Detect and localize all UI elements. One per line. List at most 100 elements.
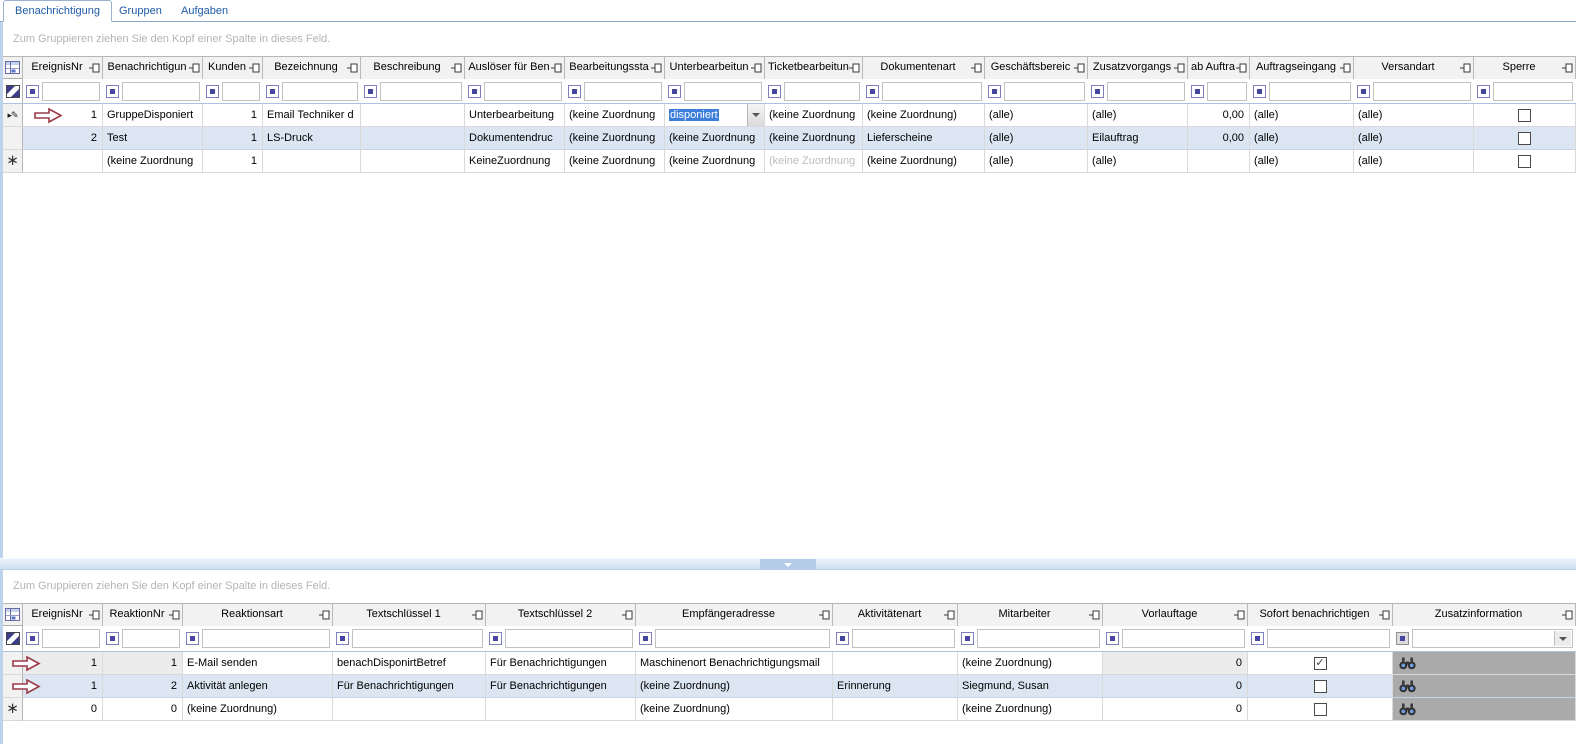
column-header-ereignisnr[interactable]: EreignisNr	[23, 604, 103, 626]
cell-bezeichnung[interactable]: Email Techniker d	[263, 104, 361, 127]
pin-icon[interactable]	[551, 63, 562, 73]
filter-button-icon[interactable]	[364, 84, 377, 98]
cell-versandart[interactable]: (alle)	[1354, 150, 1474, 173]
filter-input[interactable]	[122, 629, 180, 648]
cell-vorlauftage[interactable]: 0	[1103, 675, 1248, 698]
filter-input[interactable]	[505, 629, 633, 648]
binoculars-icon[interactable]	[1399, 657, 1416, 670]
filter-button-icon[interactable]	[266, 84, 279, 98]
cell-textschl-ssel-2[interactable]	[486, 698, 636, 721]
pin-icon[interactable]	[1379, 610, 1390, 620]
cell-aktivit-tenart[interactable]: Erinnerung	[833, 675, 958, 698]
pin-icon[interactable]	[751, 63, 762, 73]
pin-icon[interactable]	[1089, 610, 1100, 620]
pin-icon[interactable]	[319, 610, 330, 620]
tab-gruppen[interactable]: Gruppen	[108, 1, 173, 22]
cell-ereignisnr[interactable]: 1	[23, 652, 103, 675]
filter-button-icon[interactable]	[186, 632, 199, 645]
column-header-bearbeitungssta[interactable]: Bearbeitungssta	[565, 57, 665, 79]
filter-input[interactable]	[1004, 81, 1085, 101]
pin-icon[interactable]	[451, 63, 462, 73]
column-header-versandart[interactable]: Versandart	[1354, 57, 1474, 79]
filter-input[interactable]	[122, 81, 200, 101]
filter-button-icon[interactable]	[961, 632, 974, 645]
cell-ausl-ser-f-r-ben[interactable]: Dokumentendruc	[465, 127, 565, 150]
pin-icon[interactable]	[347, 63, 358, 73]
column-header-vorlauftage[interactable]: Vorlauftage	[1103, 604, 1248, 626]
cell-auftragseingang[interactable]: (alle)	[1250, 150, 1354, 173]
filter-button-icon[interactable]	[668, 84, 681, 98]
column-header-textschl-ssel-2[interactable]: Textschlüssel 2	[486, 604, 636, 626]
cell-zusatzvorgangs[interactable]: (alle)	[1088, 150, 1188, 173]
cell-kunden[interactable]: 1	[203, 127, 263, 150]
cell-ab-auftra[interactable]: 0,00	[1188, 104, 1250, 127]
cell-ticketbearbeitun[interactable]: (keine Zuordnung	[765, 104, 863, 127]
filter-input[interactable]	[1207, 81, 1247, 101]
combo-dropdown-button[interactable]	[747, 104, 764, 126]
cell-reaktionsart[interactable]: (keine Zuordnung)	[183, 698, 333, 721]
filter-input[interactable]	[42, 629, 100, 648]
cell-dokumentenart[interactable]: Lieferscheine	[863, 127, 985, 150]
column-header-ereignisnr[interactable]: EreignisNr	[23, 57, 103, 79]
table-row[interactable]: ∗ (keine Zuordnung 1 KeineZuordnung (keine Z…	[3, 150, 1576, 173]
cell-vorlauftage[interactable]: 0	[1103, 698, 1248, 721]
table-row[interactable]: ▸✎ 1 GruppeDisponiert 1 Email Techniker d Unt…	[3, 104, 1576, 127]
column-header-auftragseingang[interactable]: Auftragseingang	[1250, 57, 1354, 79]
cell-unterbearbeitun[interactable]: (keine Zuordnung	[665, 127, 765, 150]
cell-textschl-ssel-1[interactable]: benachDisponirtBetref	[333, 652, 486, 675]
column-header-textschl-ssel-1[interactable]: Textschlüssel 1	[333, 604, 486, 626]
checkbox-unchecked[interactable]	[1313, 679, 1327, 693]
cell-ausl-ser-f-r-ben[interactable]: Unterbearbeitung	[465, 104, 565, 127]
filter-button-icon[interactable]	[768, 84, 781, 98]
column-header-sperre[interactable]: Sperre	[1474, 57, 1576, 79]
checkbox-cell[interactable]	[1474, 104, 1576, 127]
cell-kunden[interactable]: 1	[203, 150, 263, 173]
filter-button-icon[interactable]	[1251, 632, 1264, 645]
filter-input[interactable]	[684, 81, 762, 101]
column-header-dokumentenart[interactable]: Dokumentenart	[863, 57, 985, 79]
filter-input[interactable]	[655, 629, 830, 648]
cell-beschreibung[interactable]	[361, 150, 465, 173]
cell-benachrichtigun[interactable]: GruppeDisponiert	[103, 104, 203, 127]
cell-ticketbearbeitun[interactable]: (keine Zuordnung	[765, 127, 863, 150]
binoculars-icon[interactable]	[1399, 680, 1416, 693]
table-row[interactable]: 1 1 E-Mail senden benachDisponirtBetref Für …	[3, 652, 1576, 675]
filter-input[interactable]	[1122, 629, 1245, 648]
filter-button-icon[interactable]	[1477, 84, 1490, 98]
table-row[interactable]: ∗ 0 0 (keine Zuordnung) (keine Zuordnung) (ke…	[3, 698, 1576, 721]
filter-button-icon[interactable]	[26, 84, 39, 98]
column-header-empf-ngeradresse[interactable]: Empfängeradresse	[636, 604, 833, 626]
pin-icon[interactable]	[1562, 610, 1573, 620]
zusatzinformation-lookup-cell[interactable]	[1393, 698, 1576, 721]
filter-input[interactable]	[352, 629, 483, 648]
filter-button-icon[interactable]	[106, 632, 119, 645]
filter-button-icon[interactable]	[106, 84, 119, 98]
filter-button-icon[interactable]	[206, 84, 219, 98]
filter-input[interactable]	[977, 629, 1100, 648]
cell-bezeichnung[interactable]	[263, 150, 361, 173]
column-header-gesch-ftsbereic[interactable]: Geschäftsbereic	[985, 57, 1088, 79]
cell-reaktionnr[interactable]: 1	[103, 652, 183, 675]
filter-input[interactable]	[42, 81, 100, 101]
cell-aktivit-tenart[interactable]	[833, 698, 958, 721]
cell-bearbeitungssta[interactable]: (keine Zuordnung	[565, 104, 665, 127]
filter-input[interactable]	[484, 81, 562, 101]
column-header-zusatzvorgangs[interactable]: Zusatzvorgangs	[1088, 57, 1188, 79]
filter-button-icon[interactable]	[1396, 632, 1409, 645]
column-header-bezeichnung[interactable]: Bezeichnung	[263, 57, 361, 79]
column-header-unterbearbeitun[interactable]: Unterbearbeitun	[665, 57, 765, 79]
filter-button-icon[interactable]	[336, 632, 349, 645]
cell-gesch-ftsbereic[interactable]: (alle)	[985, 104, 1088, 127]
cell-reaktionnr[interactable]: 0	[103, 698, 183, 721]
cell-dokumentenart[interactable]: (keine Zuordnung)	[863, 104, 985, 127]
column-header-ab-auftra[interactable]: ab Auftra	[1188, 57, 1250, 79]
cell-ticketbearbeitun[interactable]: (keine Zuordnung	[765, 150, 863, 173]
cell-ausl-ser-f-r-ben[interactable]: KeineZuordnung	[465, 150, 565, 173]
column-header-sofort-benachrichtigen[interactable]: Sofort benachrichtigen	[1248, 604, 1393, 626]
cell-mitarbeiter[interactable]: (keine Zuordnung)	[958, 652, 1103, 675]
pin-icon[interactable]	[819, 610, 830, 620]
table-row[interactable]: 1 2 Aktivität anlegen Für Benachrichtigunge…	[3, 675, 1576, 698]
pin-icon[interactable]	[472, 610, 483, 620]
column-header-aktivit-tenart[interactable]: Aktivitätenart	[833, 604, 958, 626]
filter-button-icon[interactable]	[568, 84, 581, 98]
